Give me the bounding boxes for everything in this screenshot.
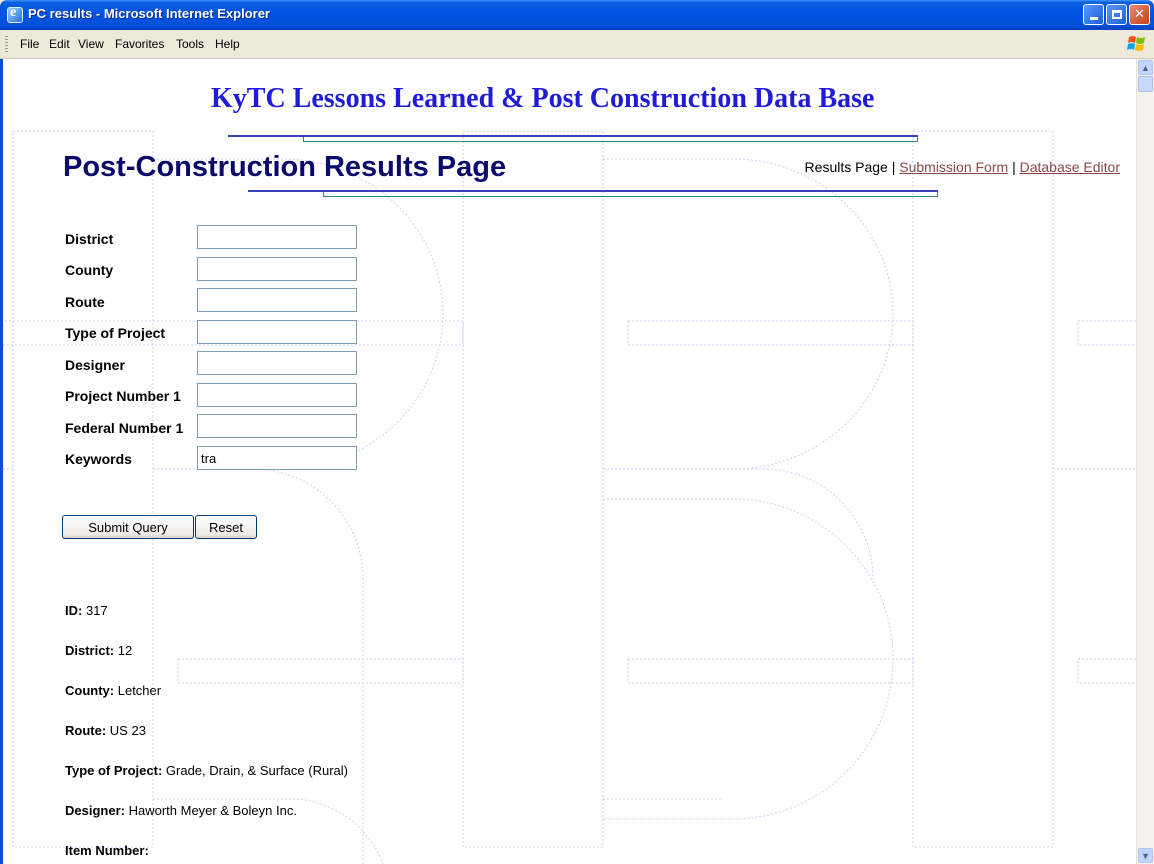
project-number-field[interactable]	[197, 383, 357, 407]
result-type-of-project: Type of Project: Grade, Drain, & Surface…	[65, 763, 348, 778]
close-icon: ✕	[1134, 7, 1145, 22]
route-label: Route	[65, 294, 105, 310]
keywords-field[interactable]	[197, 446, 357, 470]
route-field[interactable]	[197, 288, 357, 312]
maximize-button[interactable]	[1106, 4, 1127, 25]
result-county: County: Letcher	[65, 683, 161, 698]
vertical-scrollbar[interactable]: ▲ ▼	[1136, 59, 1154, 864]
result-value: Grade, Drain, & Surface (Rural)	[165, 763, 348, 778]
county-field[interactable]	[197, 257, 357, 281]
menu-bar: File Edit View Favorites Tools Help	[0, 30, 1154, 59]
federal-number-label: Federal Number 1	[65, 420, 184, 436]
result-value: Haworth Meyer & Boleyn Inc.	[128, 803, 297, 818]
result-value: 12	[117, 643, 133, 658]
scroll-up-button[interactable]: ▲	[1138, 60, 1153, 75]
result-designer: Designer: Haworth Meyer & Boleyn Inc.	[65, 803, 297, 818]
result-district: District: 12	[65, 643, 132, 658]
menu-file[interactable]: File	[20, 37, 39, 51]
result-value: 317	[85, 603, 108, 618]
result-label: ID:	[65, 603, 83, 618]
browser-viewport: KyTC Lessons Learned & Post Construction…	[0, 59, 1154, 864]
window-title: PC results - Microsoft Internet Explorer	[28, 6, 270, 21]
result-id: ID: 317	[65, 603, 108, 618]
scroll-down-button[interactable]: ▼	[1138, 848, 1153, 863]
title-divider-accent	[303, 137, 918, 142]
page-title: Post-Construction Results Page	[63, 151, 507, 183]
nav-separator: |	[891, 159, 896, 175]
menu-tools[interactable]: Tools	[176, 37, 204, 51]
reset-button[interactable]: Reset	[195, 515, 257, 539]
nav-separator: |	[1012, 159, 1016, 175]
result-value: Letcher	[117, 683, 162, 698]
result-label: Route:	[65, 723, 107, 738]
menu-edit[interactable]: Edit	[49, 37, 70, 51]
county-label: County	[65, 262, 114, 278]
toolbar-grip[interactable]	[5, 36, 8, 52]
result-value: US 23	[109, 723, 146, 738]
result-label: County:	[65, 683, 115, 698]
result-label: District:	[65, 643, 115, 658]
close-button[interactable]: ✕	[1129, 4, 1150, 25]
project-number-label: Project Number 1	[65, 388, 181, 404]
result-label: Item Number:	[65, 843, 149, 858]
chevron-down-icon: ▼	[1141, 850, 1150, 861]
district-label: District	[65, 231, 114, 247]
title-bar: PC results - Microsoft Internet Explorer…	[0, 0, 1154, 30]
result-item-number: Item Number:	[65, 843, 149, 858]
result-route: Route: US 23	[65, 723, 146, 738]
keywords-label: Keywords	[65, 451, 132, 467]
menu-view[interactable]: View	[78, 37, 104, 51]
result-label: Type of Project:	[65, 763, 163, 778]
menu-favorites[interactable]: Favorites	[115, 37, 164, 51]
site-title: KyTC Lessons Learned & Post Construction…	[211, 83, 875, 114]
top-nav: Results Page | Submission Form | Databas…	[805, 159, 1120, 175]
submit-query-button[interactable]: Submit Query	[62, 515, 194, 539]
type-of-project-label: Type of Project	[65, 325, 166, 341]
federal-number-field[interactable]	[197, 414, 357, 438]
district-field[interactable]	[197, 225, 357, 249]
internet-explorer-icon[interactable]	[7, 5, 23, 23]
menu-help[interactable]: Help	[215, 37, 240, 51]
nav-link-database-editor[interactable]: Database Editor	[1020, 159, 1120, 175]
type-of-project-field[interactable]	[197, 320, 357, 344]
designer-label: Designer	[65, 357, 125, 373]
windows-flag-icon	[1127, 36, 1145, 51]
chevron-up-icon: ▲	[1141, 62, 1150, 73]
scrollbar-thumb[interactable]	[1138, 76, 1153, 92]
nav-link-submission-form[interactable]: Submission Form	[899, 159, 1008, 175]
heading-divider-accent	[323, 192, 938, 197]
nav-current-page: Results Page	[804, 159, 888, 175]
minimize-icon	[1089, 17, 1098, 20]
designer-field[interactable]	[197, 351, 357, 375]
result-label: Designer:	[65, 803, 125, 818]
minimize-button[interactable]	[1083, 4, 1104, 25]
maximize-icon	[1111, 10, 1122, 19]
